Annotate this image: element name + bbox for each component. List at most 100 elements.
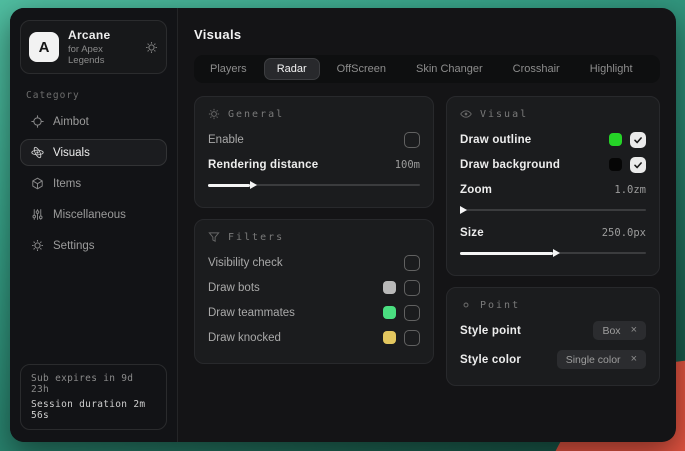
- enable-row: Enable: [208, 127, 420, 152]
- style-color-tag[interactable]: Single color ×: [557, 350, 646, 369]
- rendering-distance-row: Rendering distance 100m: [208, 152, 420, 177]
- draw-teammates-color-swatch[interactable]: [383, 306, 396, 319]
- sidebar-item-items[interactable]: Items: [20, 170, 167, 197]
- left-column: General Enable Rendering distance 100m: [194, 96, 434, 375]
- visibility-check-row: Visibility check: [208, 250, 420, 275]
- draw-teammates-label: Draw teammates: [208, 307, 295, 319]
- gear-icon: [31, 239, 44, 252]
- style-color-label: Style color: [460, 354, 521, 366]
- style-point-tag[interactable]: Box ×: [593, 321, 646, 340]
- close-icon[interactable]: ×: [631, 354, 637, 365]
- slider-fill[interactable]: [460, 252, 553, 255]
- category-label: Category: [26, 90, 161, 101]
- filters-card-title: Filters: [228, 232, 284, 243]
- point-card: Point Style point Box ×: [446, 287, 660, 386]
- visual-card-header: Visual: [460, 108, 646, 120]
- sidebar-item-aimbot[interactable]: Aimbot: [20, 108, 167, 135]
- close-icon[interactable]: ×: [631, 325, 637, 336]
- sidebar-item-label: Miscellaneous: [53, 209, 126, 221]
- sidebar-item-label: Aimbot: [53, 116, 89, 128]
- draw-teammates-row: Draw teammates: [208, 300, 420, 325]
- zoom-slider[interactable]: [460, 204, 646, 216]
- draw-teammates-checkbox[interactable]: [404, 305, 420, 321]
- general-card-title: General: [228, 109, 284, 120]
- draw-background-row: Draw background: [460, 152, 646, 177]
- tab-players[interactable]: Players: [197, 58, 260, 80]
- rendering-distance-slider[interactable]: [208, 179, 420, 191]
- enable-checkbox[interactable]: [404, 132, 420, 148]
- style-point-label: Style point: [460, 325, 521, 337]
- zoom-row: Zoom 1.0zm: [460, 177, 646, 202]
- sidebar: A Arcane for Apex Legends Category: [10, 8, 178, 442]
- point-card-title: Point: [480, 300, 520, 311]
- tab-skin-changer[interactable]: Skin Changer: [403, 58, 496, 80]
- box-icon: [31, 177, 44, 190]
- app-identity: Arcane for Apex Legends: [68, 28, 136, 66]
- app-logo: A: [29, 32, 59, 62]
- style-point-tag-value: Box: [602, 325, 620, 337]
- style-color-tag-value: Single color: [566, 354, 621, 366]
- slider-fill[interactable]: [208, 184, 250, 187]
- point-icon: [460, 299, 472, 311]
- point-card-header: Point: [460, 299, 646, 311]
- main-panel: Visuals Players Radar OffScreen Skin Cha…: [178, 8, 676, 442]
- tab-highlight[interactable]: Highlight: [577, 58, 646, 80]
- draw-outline-color-swatch[interactable]: [609, 133, 622, 146]
- draw-bots-color-swatch[interactable]: [383, 281, 396, 294]
- draw-bots-label: Draw bots: [208, 282, 260, 294]
- session-duration-text: Session duration 2m 56s: [31, 399, 156, 421]
- sidebar-item-label: Items: [53, 178, 81, 190]
- gear-icon[interactable]: [145, 41, 158, 54]
- sidebar-item-settings[interactable]: Settings: [20, 232, 167, 259]
- size-slider[interactable]: [460, 247, 646, 259]
- logo-card: A Arcane for Apex Legends: [20, 20, 167, 74]
- enable-label: Enable: [208, 134, 244, 146]
- app-name: Arcane: [68, 28, 136, 42]
- draw-background-checkbox[interactable]: [630, 157, 646, 173]
- size-value: 250.0px: [602, 227, 646, 239]
- filters-card: Filters Visibility check Draw bots: [194, 219, 434, 364]
- draw-knocked-color-swatch[interactable]: [383, 331, 396, 344]
- eye-icon: [460, 108, 472, 120]
- rendering-distance-label: Rendering distance: [208, 159, 318, 171]
- draw-background-label: Draw background: [460, 159, 560, 171]
- subscription-card: Sub expires in 9d 23h Session duration 2…: [20, 364, 167, 430]
- size-label: Size: [460, 227, 484, 239]
- draw-background-color-swatch[interactable]: [609, 158, 622, 171]
- slider-track: [460, 209, 646, 211]
- visibility-check-label: Visibility check: [208, 257, 283, 269]
- tab-strip: Players Radar OffScreen Skin Changer Cro…: [194, 55, 660, 83]
- rendering-distance-value: 100m: [395, 159, 420, 171]
- right-column: Visual Draw outline: [446, 96, 660, 397]
- visual-card-title: Visual: [480, 109, 528, 120]
- orbit-icon: [31, 146, 44, 159]
- sidebar-item-visuals[interactable]: Visuals: [20, 139, 167, 166]
- zoom-value: 1.0zm: [614, 184, 646, 196]
- visibility-check-checkbox[interactable]: [404, 255, 420, 271]
- draw-outline-checkbox[interactable]: [630, 132, 646, 148]
- size-row: Size 250.0px: [460, 220, 646, 245]
- app-window: A Arcane for Apex Legends Category: [10, 8, 676, 442]
- sidebar-item-label: Visuals: [53, 147, 90, 159]
- sidebar-item-miscellaneous[interactable]: Miscellaneous: [20, 201, 167, 228]
- style-color-row: Style color Single color ×: [460, 347, 646, 372]
- app-subtitle: for Apex Legends: [68, 44, 136, 66]
- draw-outline-row: Draw outline: [460, 127, 646, 152]
- funnel-icon: [208, 231, 220, 243]
- draw-knocked-label: Draw knocked: [208, 332, 281, 344]
- desktop-background: A Arcane for Apex Legends Category: [0, 0, 685, 451]
- tab-crosshair[interactable]: Crosshair: [500, 58, 573, 80]
- sliders-icon: [31, 208, 44, 221]
- sidebar-item-label: Settings: [53, 240, 95, 252]
- tab-offscreen[interactable]: OffScreen: [324, 58, 399, 80]
- general-card: General Enable Rendering distance 100m: [194, 96, 434, 208]
- tab-radar[interactable]: Radar: [264, 58, 320, 80]
- draw-bots-checkbox[interactable]: [404, 280, 420, 296]
- style-point-row: Style point Box ×: [460, 318, 646, 343]
- draw-outline-label: Draw outline: [460, 134, 531, 146]
- crosshair-icon: [31, 115, 44, 128]
- draw-knocked-checkbox[interactable]: [404, 330, 420, 346]
- page-title: Visuals: [194, 27, 660, 42]
- zoom-label: Zoom: [460, 184, 492, 196]
- general-card-header: General: [208, 108, 420, 120]
